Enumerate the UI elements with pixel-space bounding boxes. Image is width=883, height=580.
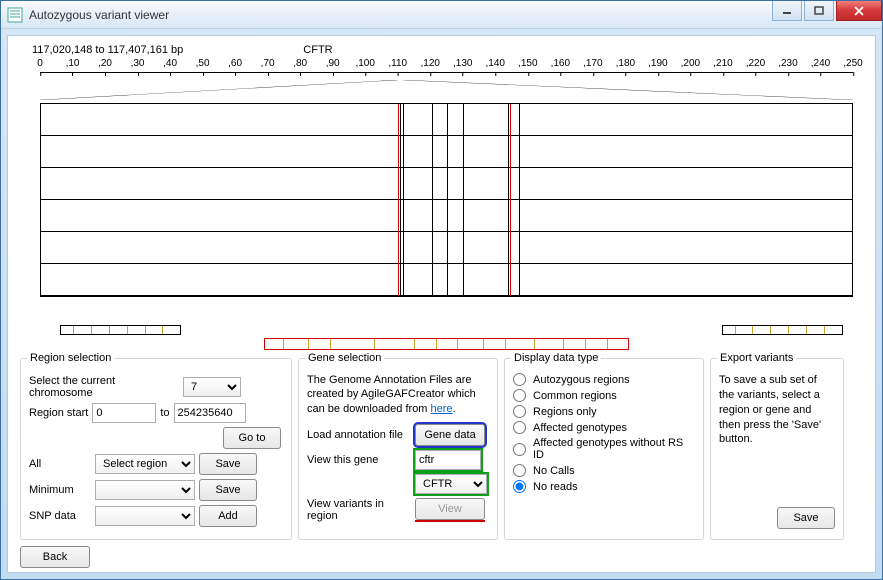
ruler-tick: ,140 — [486, 58, 505, 69]
ruler-tick: ,100 — [355, 58, 374, 69]
display-radio[interactable] — [513, 421, 526, 434]
ruler-tick: ,210 — [713, 58, 732, 69]
region-panel: Region selection Select the current chro… — [20, 358, 292, 540]
display-radio[interactable] — [513, 464, 526, 477]
titlebar[interactable]: Autozygous variant viewer — [1, 1, 882, 29]
to-label: to — [160, 407, 169, 419]
view-button[interactable]: View — [415, 498, 485, 520]
all-select[interactable]: Select region — [95, 454, 195, 474]
gene-data-button[interactable]: Gene data — [415, 424, 485, 446]
app-icon — [7, 7, 23, 23]
all-label: All — [29, 458, 91, 470]
ruler-tick: ,130 — [453, 58, 472, 69]
region-start-input[interactable] — [92, 403, 156, 423]
ruler-tick: ,190 — [648, 58, 667, 69]
minimize-button[interactable] — [772, 1, 802, 21]
view-gene-label: View this gene — [307, 454, 411, 466]
display-option[interactable]: Common regions — [513, 389, 695, 402]
download-link[interactable]: here — [431, 403, 453, 415]
gene-input[interactable] — [415, 450, 481, 470]
display-option-label: Autozygous regions — [533, 374, 630, 386]
display-option-label: Affected genotypes without RS ID — [533, 437, 695, 461]
export-panel: Export variants To save a sub set of the… — [710, 358, 844, 540]
ruler-tick: ,230 — [778, 58, 797, 69]
ruler-tick: ,160 — [551, 58, 570, 69]
display-option[interactable]: Affected genotypes without RS ID — [513, 437, 695, 461]
ruler: 0 ,10 ,20 ,30 ,40 ,50 ,60 ,70 ,80 ,90 ,100 ,110 ,120… — [40, 58, 853, 76]
ruler-tick: ,40 — [163, 58, 177, 69]
ruler-tick: ,250 — [843, 58, 862, 69]
display-option[interactable]: No Calls — [513, 464, 695, 477]
ruler-tick: ,30 — [131, 58, 145, 69]
min-label: Minimum — [29, 484, 91, 496]
export-save-button[interactable]: Save — [777, 507, 835, 529]
save-min-button[interactable]: Save — [199, 479, 257, 501]
grid-box[interactable] — [40, 103, 853, 297]
display-option-label: Regions only — [533, 406, 597, 418]
ruler-tick: ,200 — [681, 58, 700, 69]
display-radio[interactable] — [513, 389, 526, 402]
gene-panel: Gene selection The Genome Annotation Fil… — [298, 358, 498, 540]
gene-label: CFTR — [303, 44, 332, 56]
goto-button[interactable]: Go to — [223, 427, 281, 449]
display-option[interactable]: Regions only — [513, 405, 695, 418]
region-panel-title: Region selection — [27, 352, 114, 364]
snp-select[interactable] — [95, 506, 195, 526]
display-option[interactable]: Autozygous regions — [513, 373, 695, 386]
content-area: 117,020,148 to 117,407,161 bp CFTR 0 ,10,… — [7, 35, 876, 573]
chart-area: 0 ,10 ,20 ,30 ,40 ,50 ,60 ,70 ,80 ,90 ,100 ,110 ,120… — [20, 58, 863, 350]
range-label: 117,020,148 to 117,407,161 bp — [32, 44, 183, 56]
close-button[interactable] — [836, 1, 882, 21]
ruler-tick: ,60 — [228, 58, 242, 69]
display-option-label: Common regions — [533, 390, 617, 402]
display-panel: Display data type Autozygous regionsComm… — [504, 358, 704, 540]
display-option-label: No reads — [533, 481, 578, 493]
back-button[interactable]: Back — [20, 546, 90, 568]
ruler-tick: ,70 — [261, 58, 275, 69]
display-radio[interactable] — [513, 443, 526, 456]
ruler-tick: ,150 — [518, 58, 537, 69]
app-window: Autozygous variant viewer 117,020,148 to… — [0, 0, 883, 580]
display-option[interactable]: Affected genotypes — [513, 421, 695, 434]
display-radio[interactable] — [513, 480, 526, 493]
ruler-tick: ,170 — [583, 58, 602, 69]
maximize-button[interactable] — [804, 1, 834, 21]
min-select[interactable] — [95, 480, 195, 500]
display-panel-title: Display data type — [511, 352, 601, 364]
ruler-tick: ,20 — [98, 58, 112, 69]
ruler-tick: ,180 — [616, 58, 635, 69]
summary-bars — [60, 325, 843, 337]
display-option[interactable]: No reads — [513, 480, 695, 493]
region-end-input[interactable] — [174, 403, 246, 423]
ruler-tick: ,10 — [66, 58, 80, 69]
chrom-label: Select the current chromosome — [29, 375, 179, 399]
load-annot-label: Load annotation file — [307, 429, 411, 441]
gene-panel-title: Gene selection — [305, 352, 384, 364]
save-all-button[interactable]: Save — [199, 453, 257, 475]
display-option-label: No Calls — [533, 465, 575, 477]
snp-label: SNP data — [29, 510, 91, 522]
gene-select[interactable]: CFTR — [415, 474, 487, 494]
display-radio[interactable] — [513, 373, 526, 386]
ruler-tick: ,80 — [293, 58, 307, 69]
window-title: Autozygous variant viewer — [29, 8, 169, 22]
summary-bar — [60, 325, 181, 335]
region-start-label: Region start — [29, 407, 88, 419]
ruler-tick: ,240 — [811, 58, 830, 69]
ruler-tick: ,50 — [196, 58, 210, 69]
display-radio[interactable] — [513, 405, 526, 418]
display-option-label: Affected genotypes — [533, 422, 627, 434]
highlight-bar — [264, 338, 630, 350]
ruler-tick: ,110 — [388, 58, 407, 69]
summary-bar — [722, 325, 843, 335]
chrom-select[interactable]: 7 — [183, 377, 241, 397]
ruler-tick: ,90 — [326, 58, 340, 69]
add-button[interactable]: Add — [199, 505, 257, 527]
ruler-tick: 0 — [37, 58, 43, 69]
ruler-tick: ,120 — [421, 58, 440, 69]
view-variants-label: View variants in region — [307, 498, 411, 522]
export-desc: To save a sub set of the variants, selec… — [719, 373, 835, 447]
export-panel-title: Export variants — [717, 352, 796, 364]
ruler-tick: ,220 — [746, 58, 765, 69]
